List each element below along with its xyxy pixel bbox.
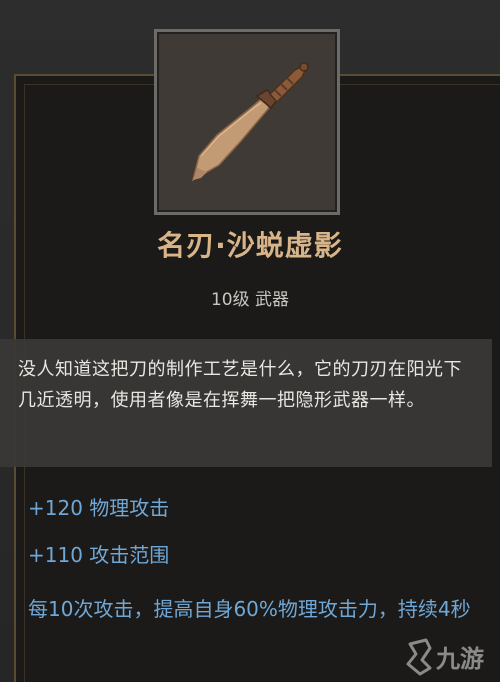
- item-description-tooltip: 没人知道这把刀的制作工艺是什么，它的刀刃在阳光下几近透明，使用者像是在挥舞一把隐…: [0, 339, 492, 467]
- item-icon-frame[interactable]: [154, 29, 340, 215]
- item-name: 名刃·沙蜕虚影: [157, 229, 343, 262]
- item-level-type: 10级 武器: [210, 290, 290, 310]
- stat-attack-range: +110 攻击范围: [28, 543, 170, 567]
- item-description-text: 没人知道这把刀的制作工艺是什么，它的刀刃在阳光下几近透明，使用者像是在挥舞一把隐…: [18, 359, 462, 411]
- item-detail-screen: 名刃·沙蜕虚影 10级 武器 没人知道这把刀的制作工艺是什么，它的刀刃在阳光下几…: [0, 0, 500, 682]
- sword-icon: [191, 62, 309, 182]
- stat-physical-attack: +120 物理攻击: [28, 496, 170, 520]
- jiuyou-watermark: 九游: [400, 634, 496, 680]
- jiuyou-logo-icon: 九游: [406, 638, 484, 676]
- stat-special-effect: 每10次攻击，提高自身60%物理攻击力，持续4秒: [28, 597, 471, 621]
- watermark-text: 九游: [435, 645, 484, 673]
